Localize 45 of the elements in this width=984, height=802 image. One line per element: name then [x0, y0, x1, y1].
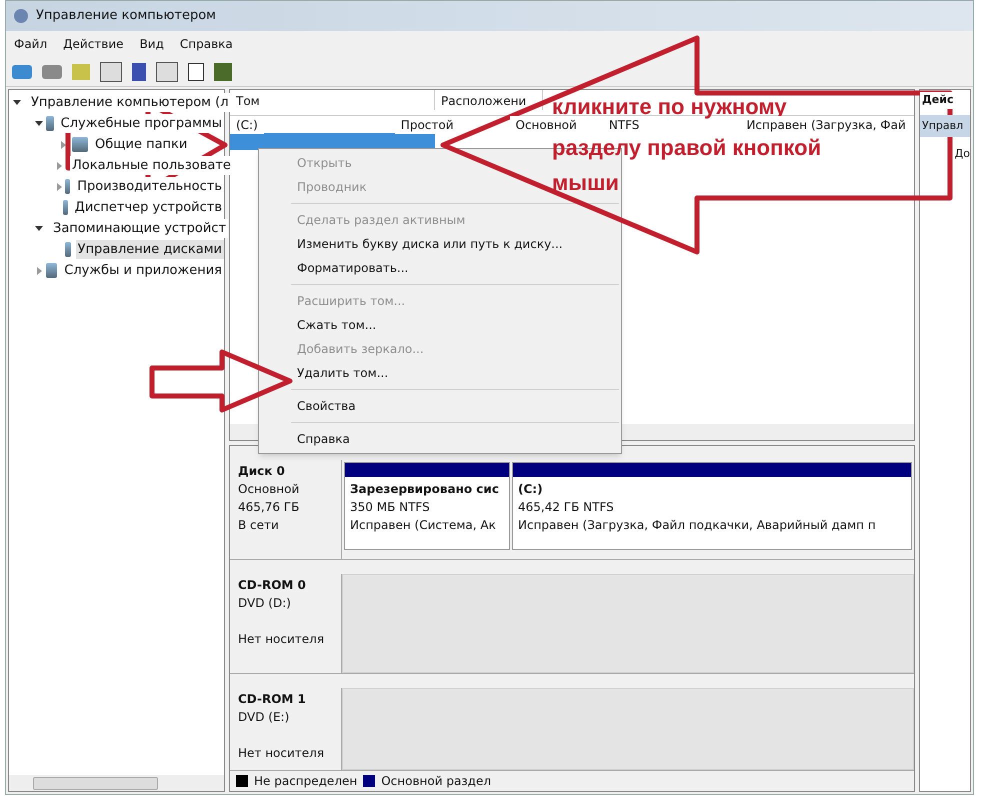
- collapsed-icon[interactable]: [60, 140, 66, 148]
- disk-info: Основной: [238, 481, 300, 498]
- menu-item[interactable]: Сжать том...: [297, 316, 376, 334]
- disk-name: Диск 0: [238, 463, 286, 480]
- disk-name: CD-ROM 0: [238, 577, 307, 594]
- expanded-icon[interactable]: [35, 226, 43, 231]
- annotation-text: кликните по нужному: [552, 96, 787, 117]
- disk-status: Нет носителя: [238, 631, 326, 648]
- menu-item[interactable]: Изменить букву диска или путь к диску...: [297, 235, 563, 253]
- annotation-text: разделу правой кнопкой: [552, 137, 822, 158]
- menu-item[interactable]: Файл: [14, 35, 48, 53]
- menu-item[interactable]: Справка: [180, 35, 233, 53]
- disk-name: CD-ROM 1: [238, 691, 307, 708]
- menu-item[interactable]: Действие: [63, 35, 124, 53]
- menu-item[interactable]: Свойства: [297, 397, 356, 415]
- partition-name: (C:): [518, 481, 544, 498]
- menu-item[interactable]: Справка: [297, 430, 350, 448]
- menu-item[interactable]: Вид: [140, 35, 164, 53]
- partition[interactable]: Зарезервировано сис 350 МБ NTFS Исправен (Система, Ак: [344, 462, 510, 550]
- menu-item[interactable]: Форматировать...: [297, 259, 408, 277]
- column-header[interactable]: Том: [230, 90, 435, 110]
- partition-name: Зарезервировано сис: [350, 481, 500, 498]
- disk-info: В сети: [238, 517, 280, 534]
- action-item[interactable]: Управл: [920, 114, 970, 137]
- disk-info: DVD (E:): [238, 709, 290, 726]
- tree-item[interactable]: Управление дисками: [76, 240, 224, 260]
- actions-title: Дейс: [920, 92, 956, 108]
- tree-item[interactable]: Запоминающие устройст: [51, 218, 228, 238]
- collapsed-icon[interactable]: [57, 162, 62, 170]
- legend-label: Основной раздел: [381, 773, 492, 790]
- disk-status: Нет носителя: [238, 745, 326, 762]
- partition-info: 350 МБ NTFS: [350, 499, 431, 516]
- disk-info: DVD (D:): [238, 595, 292, 612]
- window-title: Управление компьютером: [36, 7, 216, 26]
- partition-info: Исправен (Загрузка, Файл подкачки, Аварийный дамп п: [518, 517, 877, 534]
- expanded-icon[interactable]: [13, 100, 21, 105]
- column-header[interactable]: Расположени: [435, 90, 543, 110]
- menu-item[interactable]: Удалить том...: [297, 364, 388, 382]
- scrollbar[interactable]: [9, 775, 224, 791]
- partition[interactable]: (C:) 465,42 ГБ NTFS Исправен (Загрузка, Файл подкачки, Аварийный дамп п: [512, 462, 912, 550]
- legend-label: Не распределен: [254, 773, 358, 790]
- disk-info: 465,76 ГБ: [238, 499, 300, 516]
- partition-info: Исправен (Система, Ак: [350, 517, 497, 534]
- partition-info: 465,42 ГБ NTFS: [518, 499, 615, 516]
- annotation-text: мыши: [552, 172, 619, 193]
